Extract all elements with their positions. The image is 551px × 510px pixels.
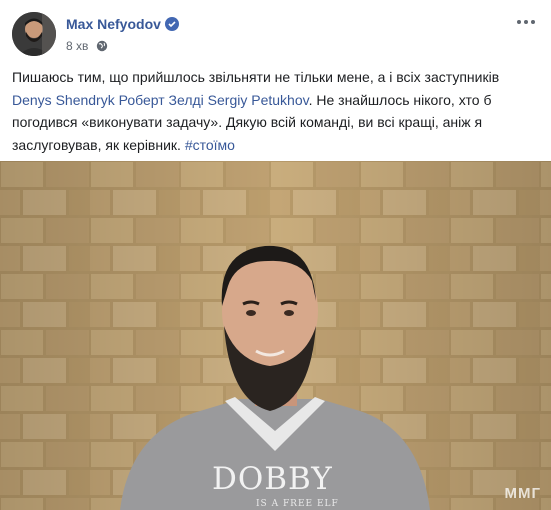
hashtag-link[interactable]: #стоїмо: [185, 137, 235, 153]
shirt-print: DOBBY: [212, 461, 333, 497]
facebook-post: Max Nefyodov 8 хв Пишаюсь тим, що прийшл…: [0, 0, 551, 510]
more-options-icon[interactable]: [514, 14, 538, 30]
post-meta: 8 хв: [66, 39, 108, 55]
verified-badge-icon: [164, 17, 179, 31]
post-photo[interactable]: DOBBY IS A FREE ELF ММГ: [0, 161, 551, 510]
author-name[interactable]: Max Nefyodov: [66, 16, 179, 32]
post-time[interactable]: 8 хв: [66, 39, 88, 53]
watermark: ММГ: [504, 485, 541, 502]
post-text-segment: Пишаюсь тим, що прийшлось звільняти не т…: [12, 69, 500, 85]
post-text: Пишаюсь тим, що прийшлось звільняти не т…: [12, 66, 539, 156]
post-header: Max Nefyodov 8 хв: [12, 12, 542, 60]
mention-link[interactable]: Sergiy Petukhov: [208, 92, 309, 108]
avatar[interactable]: [12, 12, 56, 56]
mention-link[interactable]: Роберт Зелді: [119, 92, 204, 108]
mention-link[interactable]: Denys Shendryk: [12, 92, 115, 108]
globe-icon: [96, 40, 108, 55]
shirt-print-sub: IS A FREE ELF: [256, 499, 339, 509]
